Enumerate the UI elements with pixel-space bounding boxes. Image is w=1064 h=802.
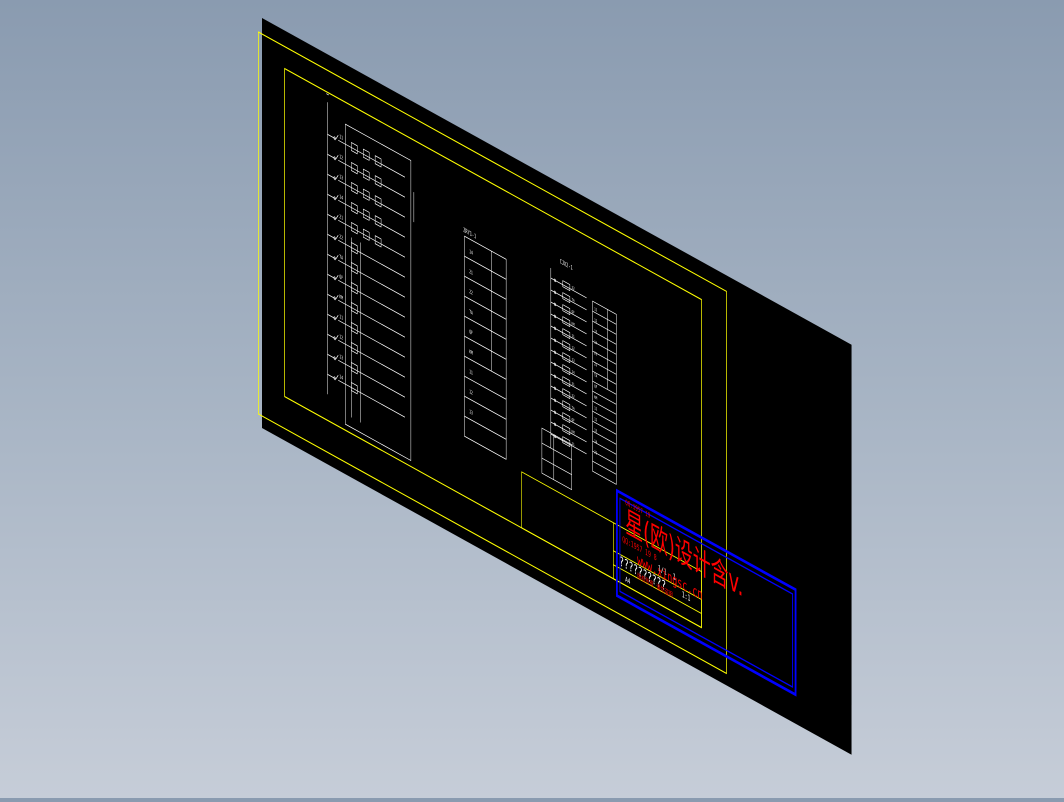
drawing-sheet bbox=[262, 18, 852, 755]
cad-viewport[interactable]: ?????????? 1/1 1 1:1 A4 11 12 13 14 21 22 TA QF… bbox=[0, 0, 1064, 798]
